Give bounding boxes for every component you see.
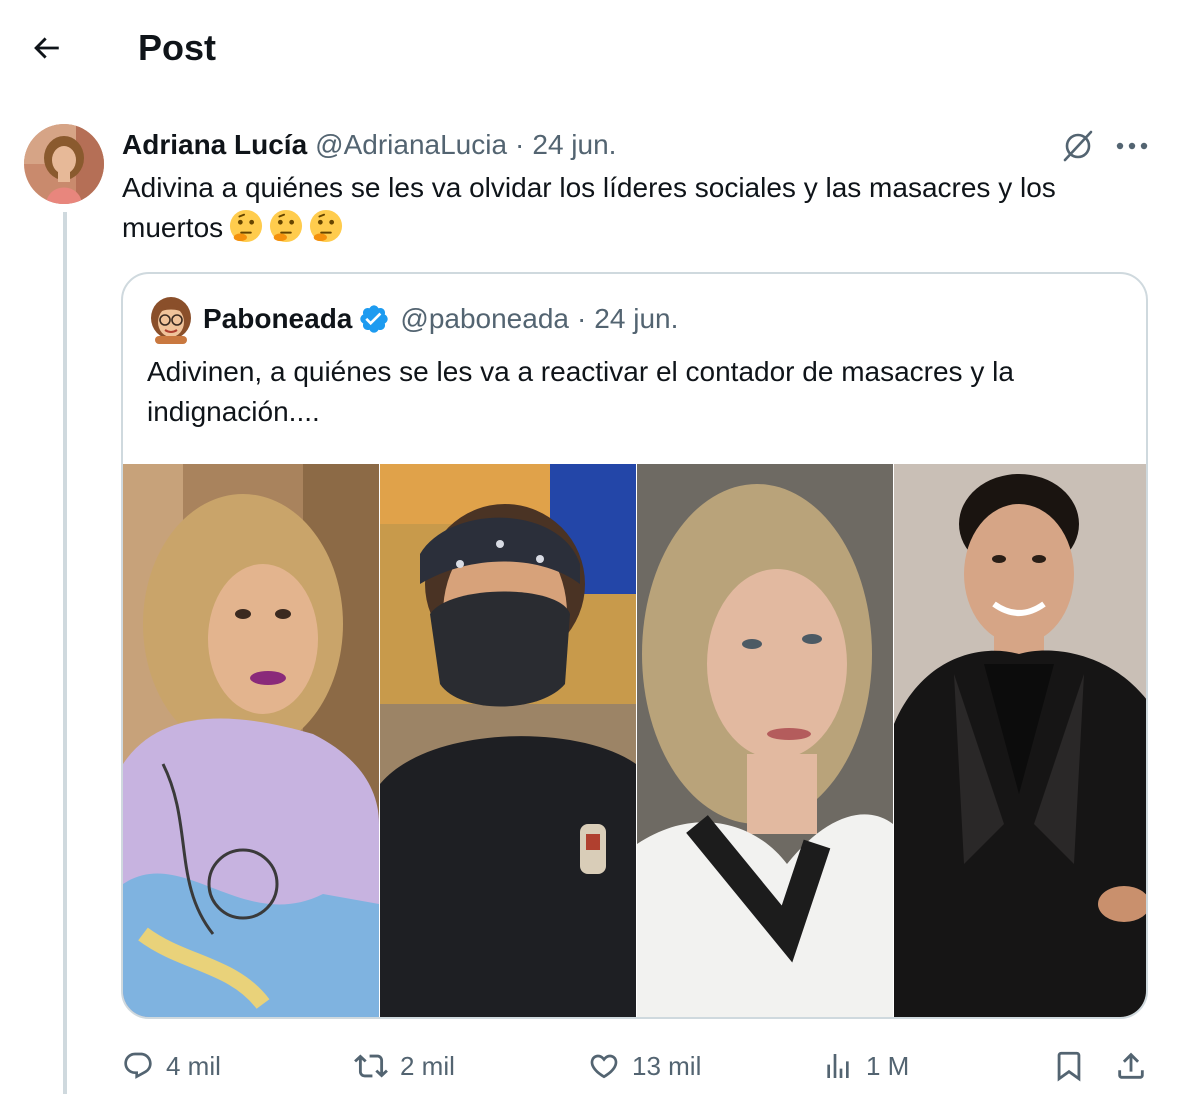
grok-icon xyxy=(1063,130,1093,162)
grok-button[interactable] xyxy=(1058,126,1098,166)
separator-dot: · xyxy=(515,129,525,160)
bookmark-button[interactable] xyxy=(1052,1040,1086,1092)
like-button[interactable]: 13 mil xyxy=(588,1040,701,1092)
repost-count: 2 mil xyxy=(400,1050,455,1081)
reply-button[interactable]: 4 mil xyxy=(122,1040,221,1092)
share-icon xyxy=(1118,1052,1144,1079)
thread-line xyxy=(63,212,67,1094)
top-bar: Post xyxy=(0,0,1200,96)
quote-author-handle[interactable]: @paboneada xyxy=(400,303,569,335)
heart-icon xyxy=(590,1054,618,1079)
tweet-header: Adriana Lucía @AdrianaLucia · 24 jun. xyxy=(122,126,616,164)
verified-badge-icon xyxy=(360,305,389,333)
quote-author-name[interactable]: Paboneada xyxy=(203,303,352,335)
reply-count: 4 mil xyxy=(166,1050,221,1081)
tweet-text: Adivina a quiénes se les va olvidar los … xyxy=(122,168,1152,248)
share-button[interactable] xyxy=(1114,1040,1148,1092)
quote-avatar-image xyxy=(151,297,191,344)
thinking-face-icon xyxy=(230,209,263,243)
action-bar: 4 mil 2 mil 13 mil 1 M xyxy=(122,1040,1152,1092)
media-photo-1[interactable] xyxy=(123,464,379,1017)
author-avatar[interactable] xyxy=(24,124,104,204)
reply-icon xyxy=(124,1052,152,1079)
media-photo-3[interactable] xyxy=(637,464,893,1017)
quote-separator-dot: · xyxy=(576,303,587,334)
thinking-face-icon xyxy=(270,209,303,243)
quoted-tweet-card[interactable]: Paboneada @paboneada · 24 jun. Adivinen,… xyxy=(121,272,1148,1019)
bookmark-icon xyxy=(1057,1051,1081,1082)
media-photo-4[interactable] xyxy=(894,464,1146,1017)
quote-header: Paboneada @paboneada · 24 jun. xyxy=(203,300,678,338)
author-handle[interactable]: @AdrianaLucia xyxy=(315,129,507,161)
post-page: Post Adriana Lucía @AdrianaLucia · 24 ju… xyxy=(0,0,1200,1094)
media-photo-2[interactable] xyxy=(380,464,636,1017)
avatar-image xyxy=(24,124,104,204)
views-count: 1 M xyxy=(866,1050,910,1081)
quote-text: Adivinen, a quiénes se les va a reactiva… xyxy=(147,356,1014,427)
tweet-date[interactable]: 24 jun. xyxy=(532,129,616,161)
quote-author-avatar xyxy=(149,296,193,344)
repost-icon xyxy=(354,1054,388,1078)
more-icon xyxy=(1116,142,1148,150)
more-button[interactable] xyxy=(1110,126,1154,166)
repost-button[interactable]: 2 mil xyxy=(354,1040,455,1092)
quote-date[interactable]: 24 jun. xyxy=(594,303,678,335)
views-button[interactable]: 1 M xyxy=(822,1040,909,1092)
arrow-left-icon xyxy=(34,37,59,59)
back-button[interactable] xyxy=(24,26,68,70)
author-name[interactable]: Adriana Lucía xyxy=(122,129,307,161)
thinking-face-icon xyxy=(310,209,343,243)
views-icon xyxy=(827,1054,849,1078)
like-count: 13 mil xyxy=(632,1050,702,1081)
page-title: Post xyxy=(138,27,217,68)
media-grid xyxy=(123,464,1146,1017)
